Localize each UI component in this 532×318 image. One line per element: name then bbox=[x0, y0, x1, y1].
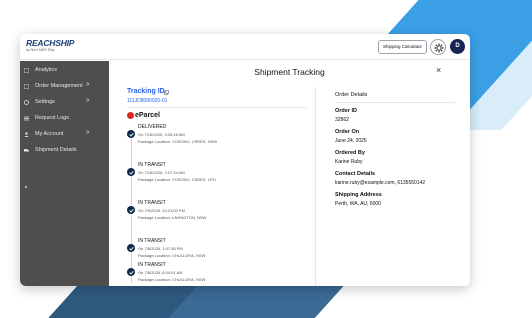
close-icon[interactable]: × bbox=[436, 65, 441, 75]
sidebar-item-analytics[interactable]: Analytics bbox=[20, 64, 109, 78]
logo-subtext: by Next MED Ship bbox=[26, 48, 55, 52]
divider bbox=[127, 107, 307, 108]
event-location: Package Location: YCRONG, CREEK, NSW bbox=[138, 139, 218, 144]
settings-button[interactable] bbox=[430, 39, 446, 55]
shipping-calculator-button[interactable]: Shipping Calculator bbox=[378, 40, 428, 54]
user-icon bbox=[24, 132, 29, 137]
chart-icon bbox=[24, 68, 29, 73]
shipment-tracking-modal: Shipment Tracking × Tracking ID 111JD809… bbox=[109, 61, 470, 286]
event-status: IN TRANSIT bbox=[138, 238, 166, 244]
timeline-event: IN TRANSIT On 7/8/2025, 6:04:01 AM Packa… bbox=[127, 262, 307, 286]
event-status: IN TRANSIT bbox=[138, 162, 166, 168]
event-status: DELIVERED bbox=[138, 124, 167, 130]
sidebar-item-shipment-details[interactable]: Shipment Details bbox=[20, 144, 109, 158]
contact-details-label: Contact Details bbox=[335, 171, 376, 177]
log-icon bbox=[24, 116, 29, 121]
order-id-label: Order ID bbox=[335, 108, 358, 114]
sidebar-item-label: Shipment Details bbox=[35, 147, 77, 153]
event-date: On 7/8/2025, 1:07:38 PM bbox=[138, 246, 183, 251]
event-location: Package Location: CHULLORA, NSW bbox=[138, 277, 206, 282]
gear-icon bbox=[434, 43, 444, 53]
check-circle-icon bbox=[127, 268, 135, 276]
carrier-name: eParcel bbox=[135, 112, 160, 119]
gear-icon bbox=[24, 100, 29, 105]
chevron-right-icon: > bbox=[86, 82, 90, 88]
tracking-id-label: Tracking ID bbox=[127, 88, 165, 95]
tracking-id-link[interactable]: 111JD8090026-01 bbox=[127, 98, 167, 104]
carrier-mark-icon bbox=[127, 112, 134, 119]
carrier-logo: eParcel bbox=[127, 112, 160, 119]
sidebar: Analytics Order Management > Settings > … bbox=[20, 61, 109, 286]
sidebar-item-label: Analytics bbox=[35, 67, 58, 73]
ordered-by-label: Ordered By bbox=[335, 150, 365, 156]
event-location: Package Location: LAVINGTON, NSW bbox=[138, 215, 207, 220]
timeline-event: IN TRANSIT On 7/9/2025, 10:21:00 PM Pack… bbox=[127, 200, 307, 230]
order-details-heading: Order Details bbox=[335, 92, 368, 98]
order-on-label: Order On bbox=[335, 129, 360, 135]
logo[interactable]: REACHSHIP by Next MED Ship bbox=[26, 38, 74, 52]
sidebar-item-label: My Account bbox=[35, 131, 64, 137]
event-status: IN TRANSIT bbox=[138, 200, 166, 206]
app-window: REACHSHIP by Next MED Ship Shipping Calc… bbox=[20, 34, 470, 286]
modal-title: Shipment Tracking bbox=[254, 67, 325, 77]
chevron-right-icon: > bbox=[86, 98, 90, 104]
copy-icon[interactable] bbox=[164, 90, 169, 95]
sidebar-item-label: Request Logs bbox=[35, 115, 69, 121]
tracking-panel: Tracking ID 111JD8090026-01 eParcel DELI… bbox=[127, 87, 307, 286]
event-location: Package Location: YCRONG, CREEK, LPO bbox=[138, 177, 216, 182]
sidebar-dot bbox=[25, 186, 27, 188]
sidebar-item-label: Settings bbox=[35, 99, 55, 105]
sidebar-item-label: Order Management bbox=[35, 83, 83, 89]
event-date: On 7/9/2025, 10:21:00 PM bbox=[138, 208, 185, 213]
order-on-value: June 24, 2025 bbox=[335, 138, 367, 144]
order-id-value: 32862 bbox=[335, 117, 349, 123]
ordered-by-value: Karine Ruby bbox=[335, 159, 363, 165]
event-date: On 7/8/2025, 6:04:01 AM bbox=[138, 270, 183, 275]
check-circle-icon bbox=[127, 244, 135, 252]
timeline-event: IN TRANSIT On 7/16/2025, 2:27:44 AM Pack… bbox=[127, 162, 307, 192]
event-date: On 7/16/2025, 2:27:44 AM bbox=[138, 170, 185, 175]
column-divider bbox=[315, 87, 316, 286]
contact-details-value: karine.ruby@example.com, 6135550142 bbox=[335, 180, 426, 186]
check-circle-icon bbox=[127, 168, 135, 176]
sidebar-item-my-account[interactable]: My Account > bbox=[20, 128, 109, 142]
chevron-right-icon: > bbox=[86, 130, 90, 136]
check-circle-icon bbox=[127, 206, 135, 214]
timeline-event: DELIVERED On 7/16/2025, 3:35:45 AM Packa… bbox=[127, 124, 307, 154]
user-avatar[interactable]: D bbox=[450, 39, 465, 54]
event-date: On 7/16/2025, 3:35:45 AM bbox=[138, 132, 185, 137]
box-icon bbox=[24, 84, 29, 89]
event-location: Package Location: CHULLORA, NSW bbox=[138, 253, 206, 258]
sidebar-item-order-management[interactable]: Order Management > bbox=[20, 80, 109, 94]
shipping-address-value: Perth, WA, AU, 6000 bbox=[335, 201, 381, 207]
sidebar-item-request-logs[interactable]: Request Logs bbox=[20, 112, 109, 126]
check-circle-icon bbox=[127, 130, 135, 138]
top-bar: REACHSHIP by Next MED Ship Shipping Calc… bbox=[20, 34, 470, 60]
logo-text: REACHSHIP bbox=[26, 38, 75, 48]
truck-icon bbox=[24, 149, 29, 152]
divider bbox=[335, 102, 455, 103]
shipping-address-label: Shipping Address bbox=[335, 192, 382, 198]
event-status: IN TRANSIT bbox=[138, 262, 166, 268]
sidebar-item-settings[interactable]: Settings > bbox=[20, 96, 109, 110]
